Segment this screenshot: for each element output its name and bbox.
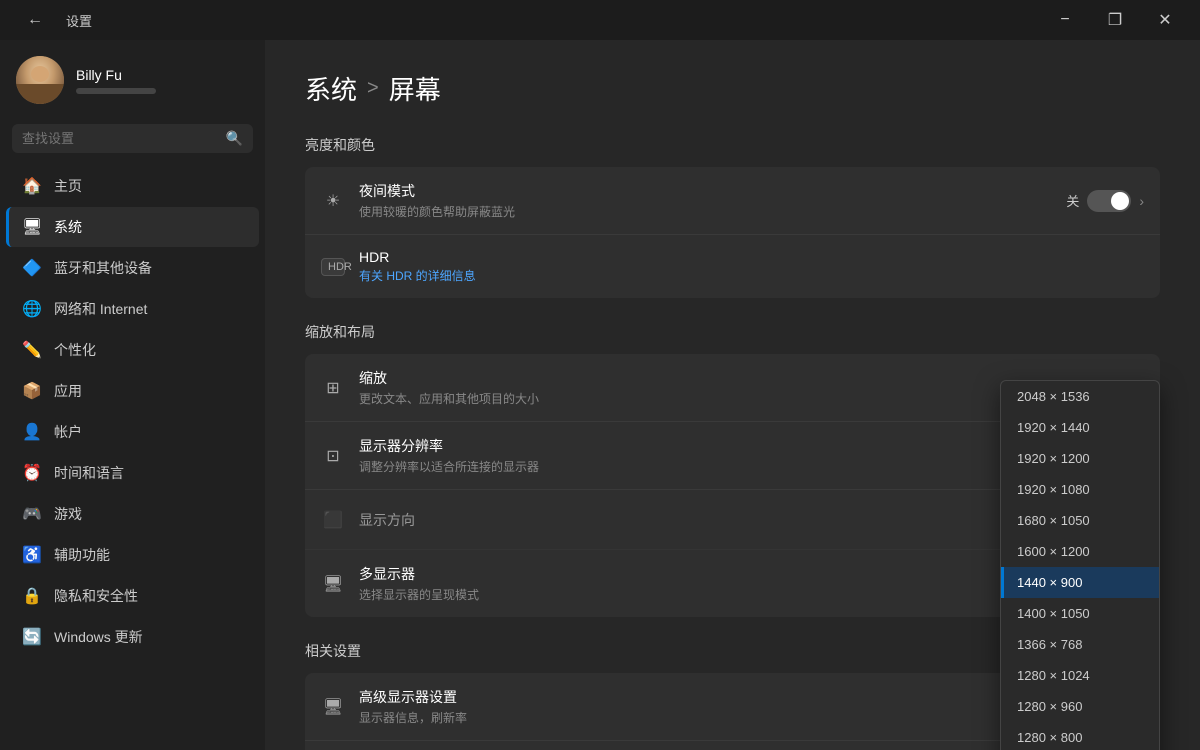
- sidebar-item-apps[interactable]: 📦 应用: [6, 371, 259, 411]
- avatar: [16, 56, 64, 104]
- sidebar-item-gaming[interactable]: 🎮 游戏: [6, 494, 259, 534]
- hdr-title: HDR: [359, 249, 1144, 265]
- dropdown-item[interactable]: 1280 × 960: [1001, 691, 1159, 722]
- accounts-icon: 👤: [22, 422, 42, 442]
- sidebar-item-label: 帐户: [54, 422, 82, 442]
- dropdown-item[interactable]: 1600 × 1200: [1001, 536, 1159, 567]
- sidebar-item-label: 系统: [54, 217, 82, 237]
- dropdown-item[interactable]: 1440 × 900: [1001, 567, 1159, 598]
- sidebar-item-label: 个性化: [54, 340, 96, 360]
- dropdown-item[interactable]: 1400 × 1050: [1001, 598, 1159, 629]
- breadcrumb-parent: 系统: [305, 70, 357, 107]
- setting-row-night-mode[interactable]: ☀ 夜间模式 使用较暖的颜色帮助屏蔽蓝光 关 ›: [305, 167, 1160, 235]
- sidebar-nav: 🏠 主页 🖥 系统 🔷 蓝牙和其他设备 🌐 网络和 Internet ✏️ 个性…: [0, 165, 265, 658]
- advanced-display-icon: 🖥: [321, 697, 345, 717]
- update-icon: 🔄: [22, 627, 42, 647]
- breadcrumb: 系统 > 屏幕: [305, 70, 1160, 107]
- orientation-icon: ⬛: [321, 510, 345, 530]
- setting-row-hdr[interactable]: HDR HDR 有关 HDR 的详细信息: [305, 235, 1160, 298]
- close-button[interactable]: ✕: [1142, 4, 1188, 36]
- app-layout: Billy Fu 🔍 🏠 主页 🖥 系统 🔷 蓝牙和其他设备: [0, 40, 1200, 750]
- section-title-brightness: 亮度和颜色: [305, 135, 1160, 155]
- sidebar-item-label: 游戏: [54, 504, 82, 524]
- night-mode-control: 关 ›: [1066, 190, 1144, 212]
- dropdown-item[interactable]: 1920 × 1200: [1001, 443, 1159, 474]
- sidebar-item-label: 隐私和安全性: [54, 586, 138, 606]
- sidebar-item-personalization[interactable]: ✏️ 个性化: [6, 330, 259, 370]
- resolution-dropdown[interactable]: 2048 × 15361920 × 14401920 × 12001920 × …: [1000, 380, 1160, 750]
- night-mode-chevron: ›: [1139, 193, 1144, 209]
- sidebar-item-privacy[interactable]: 🔒 隐私和安全性: [6, 576, 259, 616]
- hdr-text: HDR 有关 HDR 的详细信息: [359, 249, 1144, 284]
- scale-icon: ⊞: [321, 378, 345, 398]
- user-subtitle: [76, 88, 156, 94]
- user-profile[interactable]: Billy Fu: [0, 40, 265, 116]
- night-mode-text: 夜间模式 使用较暖的颜色帮助屏蔽蓝光: [359, 181, 1052, 220]
- time-icon: ⏰: [22, 463, 42, 483]
- breadcrumb-current: 屏幕: [389, 70, 441, 107]
- toggle-off-label: 关: [1066, 191, 1079, 210]
- titlebar-controls: − ❐ ✕: [1042, 4, 1188, 36]
- sidebar: Billy Fu 🔍 🏠 主页 🖥 系统 🔷 蓝牙和其他设备: [0, 40, 265, 750]
- search-icon: 🔍: [226, 130, 243, 147]
- sidebar-item-home[interactable]: 🏠 主页: [6, 166, 259, 206]
- titlebar-left: ← 设置: [12, 4, 92, 36]
- gaming-icon: 🎮: [22, 504, 42, 524]
- minimize-button[interactable]: −: [1042, 4, 1088, 36]
- dropdown-item[interactable]: 1280 × 1024: [1001, 660, 1159, 691]
- sidebar-item-accounts[interactable]: 👤 帐户: [6, 412, 259, 452]
- night-mode-title: 夜间模式: [359, 181, 1052, 201]
- multi-display-icon: 🖥: [321, 574, 345, 594]
- dropdown-item[interactable]: 1366 × 768: [1001, 629, 1159, 660]
- avatar-image: [16, 56, 64, 104]
- night-mode-icon: ☀: [321, 191, 345, 211]
- section-title-scale: 缩放和布局: [305, 322, 1160, 342]
- brightness-card: ☀ 夜间模式 使用较暖的颜色帮助屏蔽蓝光 关 › HDR HDR 有关 HDR …: [305, 167, 1160, 298]
- scale-subtitle: 更改文本、应用和其他项目的大小: [359, 390, 1108, 407]
- sidebar-item-label: 主页: [54, 176, 82, 196]
- user-info: Billy Fu: [76, 67, 156, 94]
- resolution-icon: ⊡: [321, 446, 345, 466]
- sidebar-item-network[interactable]: 🌐 网络和 Internet: [6, 289, 259, 329]
- user-name: Billy Fu: [76, 67, 156, 83]
- sidebar-item-label: 应用: [54, 381, 82, 401]
- network-icon: 🌐: [22, 299, 42, 319]
- apps-icon: 📦: [22, 381, 42, 401]
- dropdown-item[interactable]: 1920 × 1080: [1001, 474, 1159, 505]
- accessibility-icon: ♿: [22, 545, 42, 565]
- sidebar-item-label: Windows 更新: [54, 627, 143, 647]
- dropdown-item[interactable]: 1280 × 800: [1001, 722, 1159, 750]
- dropdown-item[interactable]: 2048 × 1536: [1001, 381, 1159, 412]
- sidebar-item-bluetooth[interactable]: 🔷 蓝牙和其他设备: [6, 248, 259, 288]
- maximize-button[interactable]: ❐: [1092, 4, 1138, 36]
- back-button[interactable]: ←: [12, 4, 58, 36]
- sidebar-item-label: 蓝牙和其他设备: [54, 258, 152, 278]
- dropdown-item[interactable]: 1680 × 1050: [1001, 505, 1159, 536]
- sidebar-item-label: 网络和 Internet: [54, 299, 147, 319]
- privacy-icon: 🔒: [22, 586, 42, 606]
- hdr-badge: HDR: [321, 258, 345, 276]
- night-mode-subtitle: 使用较暖的颜色帮助屏蔽蓝光: [359, 203, 1052, 220]
- sidebar-item-time[interactable]: ⏰ 时间和语言: [6, 453, 259, 493]
- scale-title: 缩放: [359, 368, 1108, 388]
- sidebar-item-accessibility[interactable]: ♿ 辅助功能: [6, 535, 259, 575]
- sidebar-item-update[interactable]: 🔄 Windows 更新: [6, 617, 259, 657]
- sidebar-item-label: 时间和语言: [54, 463, 124, 483]
- breadcrumb-separator: >: [367, 77, 379, 100]
- bluetooth-icon: 🔷: [22, 258, 42, 278]
- system-icon: 🖥: [22, 217, 42, 237]
- content-area: 系统 > 屏幕 亮度和颜色 ☀ 夜间模式 使用较暖的颜色帮助屏蔽蓝光 关 ›: [265, 40, 1200, 750]
- sidebar-item-label: 辅助功能: [54, 545, 110, 565]
- dropdown-item[interactable]: 1920 × 1440: [1001, 412, 1159, 443]
- personalization-icon: ✏️: [22, 340, 42, 360]
- scale-text: 缩放 更改文本、应用和其他项目的大小: [359, 368, 1108, 407]
- search-box[interactable]: 🔍: [12, 124, 253, 153]
- search-input[interactable]: [22, 131, 218, 146]
- titlebar-title: 设置: [66, 11, 92, 30]
- night-mode-toggle[interactable]: [1087, 190, 1131, 212]
- home-icon: 🏠: [22, 176, 42, 196]
- hdr-link[interactable]: 有关 HDR 的详细信息: [359, 267, 1144, 284]
- sidebar-item-system[interactable]: 🖥 系统: [6, 207, 259, 247]
- titlebar: ← 设置 − ❐ ✕: [0, 0, 1200, 40]
